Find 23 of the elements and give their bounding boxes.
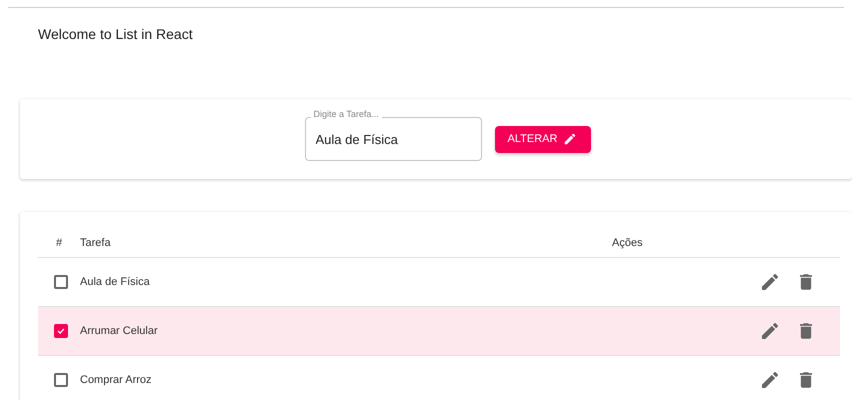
- column-header: Tarefa: [80, 237, 112, 249]
- task-row[interactable]: Arrumar Celular: [38, 307, 840, 356]
- delete-icon[interactable]: [800, 372, 812, 388]
- checkbox[interactable]: [54, 275, 68, 289]
- alter-button[interactable]: ALTERAR: [494, 126, 590, 152]
- edit-icon[interactable]: [762, 274, 778, 290]
- edit-icon[interactable]: [762, 323, 778, 339]
- task-input[interactable]: Aula de Física: [304, 130, 468, 148]
- task-row[interactable]: Comprar Arroz: [38, 356, 840, 400]
- column-header: Ações: [612, 237, 643, 249]
- task-name: Aula de Física: [80, 276, 151, 288]
- delete-icon[interactable]: [800, 323, 812, 339]
- column-header: #: [55, 237, 64, 249]
- delete-icon[interactable]: [800, 274, 812, 290]
- pencil-icon: [563, 132, 578, 146]
- checkbox[interactable]: [54, 373, 68, 387]
- field-label: Digite a Tarefa...: [310, 110, 382, 119]
- welcome-text: Welcome to List in React: [37, 25, 194, 44]
- task-name: Arrumar Celular: [80, 325, 159, 337]
- task-name: Comprar Arroz: [80, 374, 153, 386]
- checkbox[interactable]: [54, 324, 68, 338]
- task-input-field[interactable]: Digite a Tarefa... Aula de Física: [304, 110, 482, 161]
- edit-icon[interactable]: [762, 372, 778, 388]
